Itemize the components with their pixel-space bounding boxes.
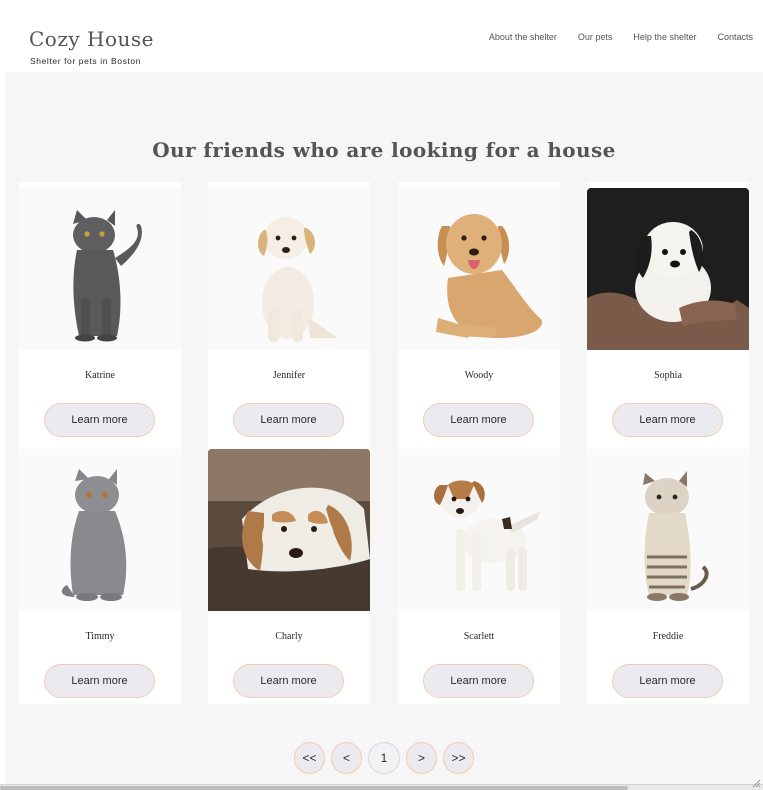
pet-card-katrine[interactable]: Katrine Learn more: [19, 182, 181, 443]
main-nav: About the shelter Our pets Help the shel…: [489, 32, 753, 42]
pet-photo-gray-british-cat: [19, 449, 181, 611]
pet-photo-lying-dog: [208, 449, 370, 611]
section-title: Our friends who are looking for a house: [152, 138, 616, 162]
site-header: Cozy House Shelter for pets in Boston Ab…: [0, 0, 763, 72]
pet-name: Charly: [275, 631, 303, 642]
pets-section: Our friends who are looking for a house …: [5, 72, 763, 786]
pet-card-freddie[interactable]: Freddie Learn more: [587, 443, 749, 704]
pet-photo-jack-russell-puppy: [398, 449, 560, 611]
pagination-last-button[interactable]: >>: [443, 742, 474, 774]
learn-more-button[interactable]: Learn more: [423, 664, 534, 698]
pagination-next-button[interactable]: >: [406, 742, 437, 774]
pagination-current-page: 1: [368, 742, 400, 774]
pet-name: Katrine: [85, 370, 115, 381]
nav-link-contacts[interactable]: Contacts: [717, 32, 753, 42]
pet-photo-gray-cat: [19, 188, 181, 350]
learn-more-button[interactable]: Learn more: [44, 664, 155, 698]
pet-card-charly[interactable]: Charly Learn more: [208, 443, 370, 704]
nav-link-help[interactable]: Help the shelter: [633, 32, 696, 42]
pagination-prev-button[interactable]: <: [331, 742, 362, 774]
pet-name: Timmy: [85, 631, 115, 642]
pet-card-sophia[interactable]: Sophia Learn more: [587, 182, 749, 443]
pet-name: Jennifer: [272, 370, 306, 381]
nav-link-about[interactable]: About the shelter: [489, 32, 557, 42]
pet-card-jennifer[interactable]: Jennifer Learn more: [208, 182, 370, 443]
learn-more-button[interactable]: Learn more: [233, 664, 344, 698]
learn-more-button[interactable]: Learn more: [423, 403, 534, 437]
horizontal-scrollbar[interactable]: [0, 784, 763, 790]
pet-name: Freddie: [652, 631, 684, 642]
pagination-first-button[interactable]: <<: [294, 742, 325, 774]
pet-card-woody[interactable]: Woody Learn more: [398, 182, 560, 443]
nav-link-our-pets[interactable]: Our pets: [578, 32, 613, 42]
logo-tagline: Shelter for pets in Boston: [30, 56, 142, 66]
pet-card-timmy[interactable]: Timmy Learn more: [19, 443, 181, 704]
pet-name: Scarlett: [463, 631, 495, 642]
pet-photo-cream-puppy: [208, 188, 370, 350]
pet-photo-golden-retriever: [398, 188, 560, 350]
pet-photo-fluffy-puppy: [587, 188, 749, 350]
learn-more-button[interactable]: Learn more: [233, 403, 344, 437]
pet-name: Woody: [464, 370, 494, 381]
pet-name: Sophia: [654, 370, 682, 381]
scrollbar-thumb[interactable]: [0, 786, 628, 790]
learn-more-button[interactable]: Learn more: [44, 403, 155, 437]
resize-grip-icon[interactable]: [752, 779, 761, 788]
learn-more-button[interactable]: Learn more: [612, 403, 723, 437]
pet-card-scarlett[interactable]: Scarlett Learn more: [398, 443, 560, 704]
learn-more-button[interactable]: Learn more: [612, 664, 723, 698]
logo-title[interactable]: Cozy House: [29, 27, 154, 51]
pet-photo-tabby-kitten: [587, 449, 749, 611]
